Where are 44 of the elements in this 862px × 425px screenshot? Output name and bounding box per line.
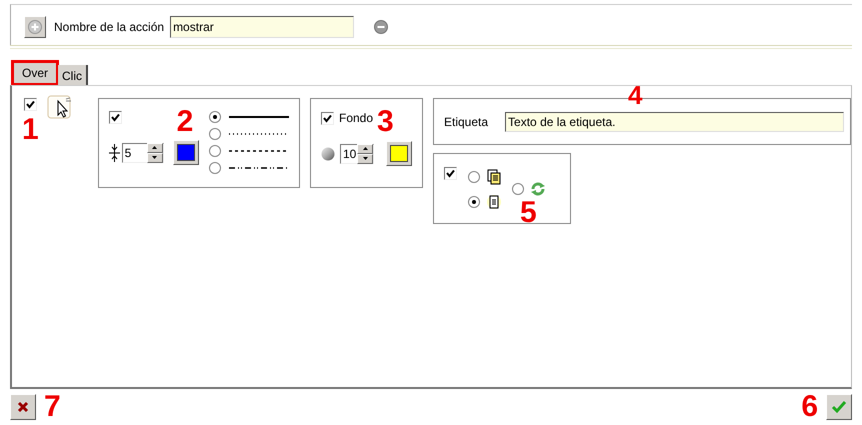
close-icon — [17, 401, 29, 413]
checkbox[interactable] — [444, 167, 457, 180]
step-number: 2 — [176, 107, 194, 137]
documents-icon — [486, 169, 502, 185]
step-number: 4 — [628, 82, 642, 108]
step-number: 5 — [520, 198, 537, 228]
add-button[interactable] — [24, 16, 46, 38]
caption-label: Etiqueta — [444, 114, 488, 128]
line-style-icon — [229, 149, 289, 153]
radio-button[interactable] — [209, 162, 221, 174]
line-style-icon — [229, 166, 289, 170]
remove-icon — [374, 20, 388, 34]
action-name-label: Nombre de la acción — [54, 20, 164, 34]
step-number: 3 — [377, 107, 394, 137]
tab[interactable]: Clic — [58, 65, 88, 85]
step-number: 1 — [22, 115, 39, 145]
radio-button[interactable] — [209, 145, 221, 157]
width-spinner[interactable]: 5 — [122, 142, 164, 162]
radio-button[interactable] — [209, 128, 221, 140]
radio-button[interactable] — [468, 196, 480, 208]
step-number: 7 — [44, 392, 61, 422]
cursor-icon — [47, 95, 73, 121]
radio-button[interactable] — [209, 111, 221, 123]
color-button[interactable] — [172, 140, 199, 165]
document-icon — [486, 194, 502, 210]
opacity-spinner[interactable]: 10 — [340, 144, 374, 164]
step-number: 6 — [801, 392, 818, 422]
check-icon — [831, 400, 847, 414]
opacity-icon — [321, 146, 335, 160]
ok-button[interactable] — [826, 394, 852, 420]
radio-button[interactable] — [468, 171, 480, 183]
radio-button[interactable] — [512, 183, 524, 195]
checkbox[interactable] — [321, 112, 334, 124]
background-label: Fondo — [339, 111, 374, 125]
action-name-field[interactable]: mostrar — [170, 16, 354, 38]
caption-field[interactable]: Texto de la etiqueta. — [505, 112, 844, 132]
checkbox[interactable] — [24, 98, 37, 111]
checkbox[interactable] — [108, 111, 122, 124]
refresh-icon — [530, 181, 546, 197]
tab[interactable]: Over — [12, 61, 58, 85]
color-button[interactable] — [386, 141, 412, 166]
line-style-icon — [229, 115, 289, 119]
cancel-button[interactable] — [10, 394, 36, 420]
line-width-icon — [108, 144, 120, 162]
